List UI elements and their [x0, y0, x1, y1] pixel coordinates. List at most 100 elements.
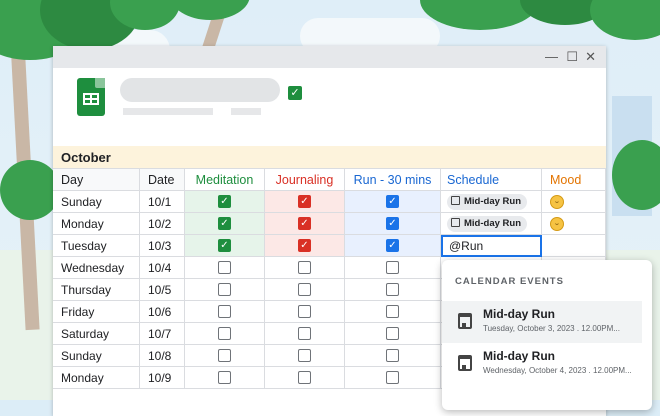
cell-day[interactable]: Wednesday	[53, 257, 140, 279]
checkbox-checked[interactable]: ✓	[218, 195, 231, 208]
calendar-event-option[interactable]: Mid-day Run Wednesday, October 4, 2023 .…	[442, 343, 642, 385]
cell-run[interactable]	[345, 257, 441, 279]
cell-day[interactable]: Tuesday	[53, 235, 140, 257]
calendar-event-option[interactable]: Mid-day Run Tuesday, October 3, 2023 . 1…	[442, 301, 642, 343]
cell-run[interactable]: ✓	[345, 213, 441, 235]
checkbox-checked[interactable]: ✓	[386, 217, 399, 230]
checkbox-unchecked[interactable]	[218, 349, 231, 362]
checkbox-unchecked[interactable]	[386, 283, 399, 296]
header-run[interactable]: Run - 30 mins	[345, 169, 441, 191]
checkbox-checked[interactable]: ✓	[298, 217, 311, 230]
checkbox-unchecked[interactable]	[386, 261, 399, 274]
cell-meditation[interactable]	[185, 367, 265, 389]
cell-date[interactable]: 10/2	[140, 213, 185, 235]
cell-day[interactable]: Friday	[53, 301, 140, 323]
checkbox-unchecked[interactable]	[298, 305, 311, 318]
cell-meditation[interactable]	[185, 257, 265, 279]
checkbox-unchecked[interactable]	[386, 349, 399, 362]
cell-journaling[interactable]	[265, 257, 345, 279]
cell-date[interactable]: 10/5	[140, 279, 185, 301]
cell-run[interactable]	[345, 301, 441, 323]
cell-schedule[interactable]: Mid-day Run	[441, 213, 542, 235]
cell-meditation[interactable]	[185, 345, 265, 367]
checkbox-unchecked[interactable]	[298, 349, 311, 362]
header-journaling[interactable]: Journaling	[265, 169, 345, 191]
cell-journaling[interactable]	[265, 367, 345, 389]
minimize-button[interactable]: —	[545, 49, 558, 65]
doc-title-placeholder[interactable]	[120, 78, 280, 102]
cell-meditation[interactable]: ✓	[185, 213, 265, 235]
saved-check-icon: ✓	[288, 86, 302, 100]
cell-date[interactable]: 10/1	[140, 191, 185, 213]
header-schedule[interactable]: Schedule	[441, 169, 542, 191]
cell-journaling[interactable]	[265, 279, 345, 301]
event-chip[interactable]: Mid-day Run	[447, 216, 527, 232]
checkbox-checked[interactable]: ✓	[386, 195, 399, 208]
cell-run[interactable]	[345, 345, 441, 367]
cell-schedule[interactable]: Mid-day Run	[441, 191, 542, 213]
cell-day[interactable]: Monday	[53, 367, 140, 389]
checkbox-checked[interactable]: ✓	[218, 217, 231, 230]
cell-run[interactable]: ✓	[345, 191, 441, 213]
cell-day[interactable]: Thursday	[53, 279, 140, 301]
event-chip[interactable]: Mid-day Run	[447, 194, 527, 210]
event-datetime: Wednesday, October 4, 2023 . 12.00PM...	[483, 366, 632, 375]
checkbox-unchecked[interactable]	[386, 327, 399, 340]
header-day[interactable]: Day	[53, 169, 140, 191]
cell-date[interactable]: 10/6	[140, 301, 185, 323]
cell-day[interactable]: Monday	[53, 213, 140, 235]
event-title: Mid-day Run	[483, 307, 555, 321]
checkbox-unchecked[interactable]	[218, 261, 231, 274]
table-row: Sunday 10/1 ✓ ✓ ✓ Mid-day Run ᵕ	[53, 191, 606, 213]
header-date[interactable]: Date	[140, 169, 185, 191]
google-sheets-logo-icon[interactable]	[77, 78, 105, 116]
cell-date[interactable]: 10/8	[140, 345, 185, 367]
cell-journaling[interactable]: ✓	[265, 191, 345, 213]
checkbox-unchecked[interactable]	[386, 371, 399, 384]
checkbox-unchecked[interactable]	[218, 283, 231, 296]
checkbox-unchecked[interactable]	[298, 327, 311, 340]
month-label[interactable]: October	[53, 146, 606, 169]
cell-journaling[interactable]	[265, 323, 345, 345]
cell-day[interactable]: Sunday	[53, 191, 140, 213]
cell-run[interactable]: ✓	[345, 235, 441, 257]
cell-journaling[interactable]	[265, 345, 345, 367]
cell-mood[interactable]: ᵕ	[542, 191, 606, 213]
header-meditation[interactable]: Meditation	[185, 169, 265, 191]
cell-mood[interactable]	[542, 235, 606, 257]
cell-journaling[interactable]: ✓	[265, 213, 345, 235]
checkbox-checked[interactable]: ✓	[218, 239, 231, 252]
schedule-input-cell[interactable]: @Run	[441, 235, 542, 257]
cell-journaling[interactable]	[265, 301, 345, 323]
checkbox-checked[interactable]: ✓	[386, 239, 399, 252]
cell-date[interactable]: 10/3	[140, 235, 185, 257]
cell-meditation[interactable]: ✓	[185, 235, 265, 257]
checkbox-unchecked[interactable]	[218, 371, 231, 384]
header-mood[interactable]: Mood	[542, 169, 606, 191]
checkbox-unchecked[interactable]	[298, 283, 311, 296]
cell-meditation[interactable]: ✓	[185, 191, 265, 213]
checkbox-checked[interactable]: ✓	[298, 239, 311, 252]
cell-day[interactable]: Sunday	[53, 345, 140, 367]
table-row: Monday 10/2 ✓ ✓ ✓ Mid-day Run ᵕ	[53, 213, 606, 235]
maximize-button[interactable]: ☐	[566, 49, 578, 65]
checkbox-unchecked[interactable]	[386, 305, 399, 318]
cell-meditation[interactable]	[185, 279, 265, 301]
checkbox-unchecked[interactable]	[218, 305, 231, 318]
checkbox-unchecked[interactable]	[218, 327, 231, 340]
cell-run[interactable]	[345, 279, 441, 301]
cell-run[interactable]	[345, 367, 441, 389]
checkbox-checked[interactable]: ✓	[298, 195, 311, 208]
checkbox-unchecked[interactable]	[298, 261, 311, 274]
checkbox-unchecked[interactable]	[298, 371, 311, 384]
cell-day[interactable]: Saturday	[53, 323, 140, 345]
cell-mood[interactable]: ᵕ	[542, 213, 606, 235]
close-button[interactable]: ✕	[585, 49, 596, 65]
cell-meditation[interactable]	[185, 323, 265, 345]
cell-date[interactable]: 10/9	[140, 367, 185, 389]
cell-meditation[interactable]	[185, 301, 265, 323]
cell-run[interactable]	[345, 323, 441, 345]
cell-date[interactable]: 10/4	[140, 257, 185, 279]
cell-journaling[interactable]: ✓	[265, 235, 345, 257]
cell-date[interactable]: 10/7	[140, 323, 185, 345]
